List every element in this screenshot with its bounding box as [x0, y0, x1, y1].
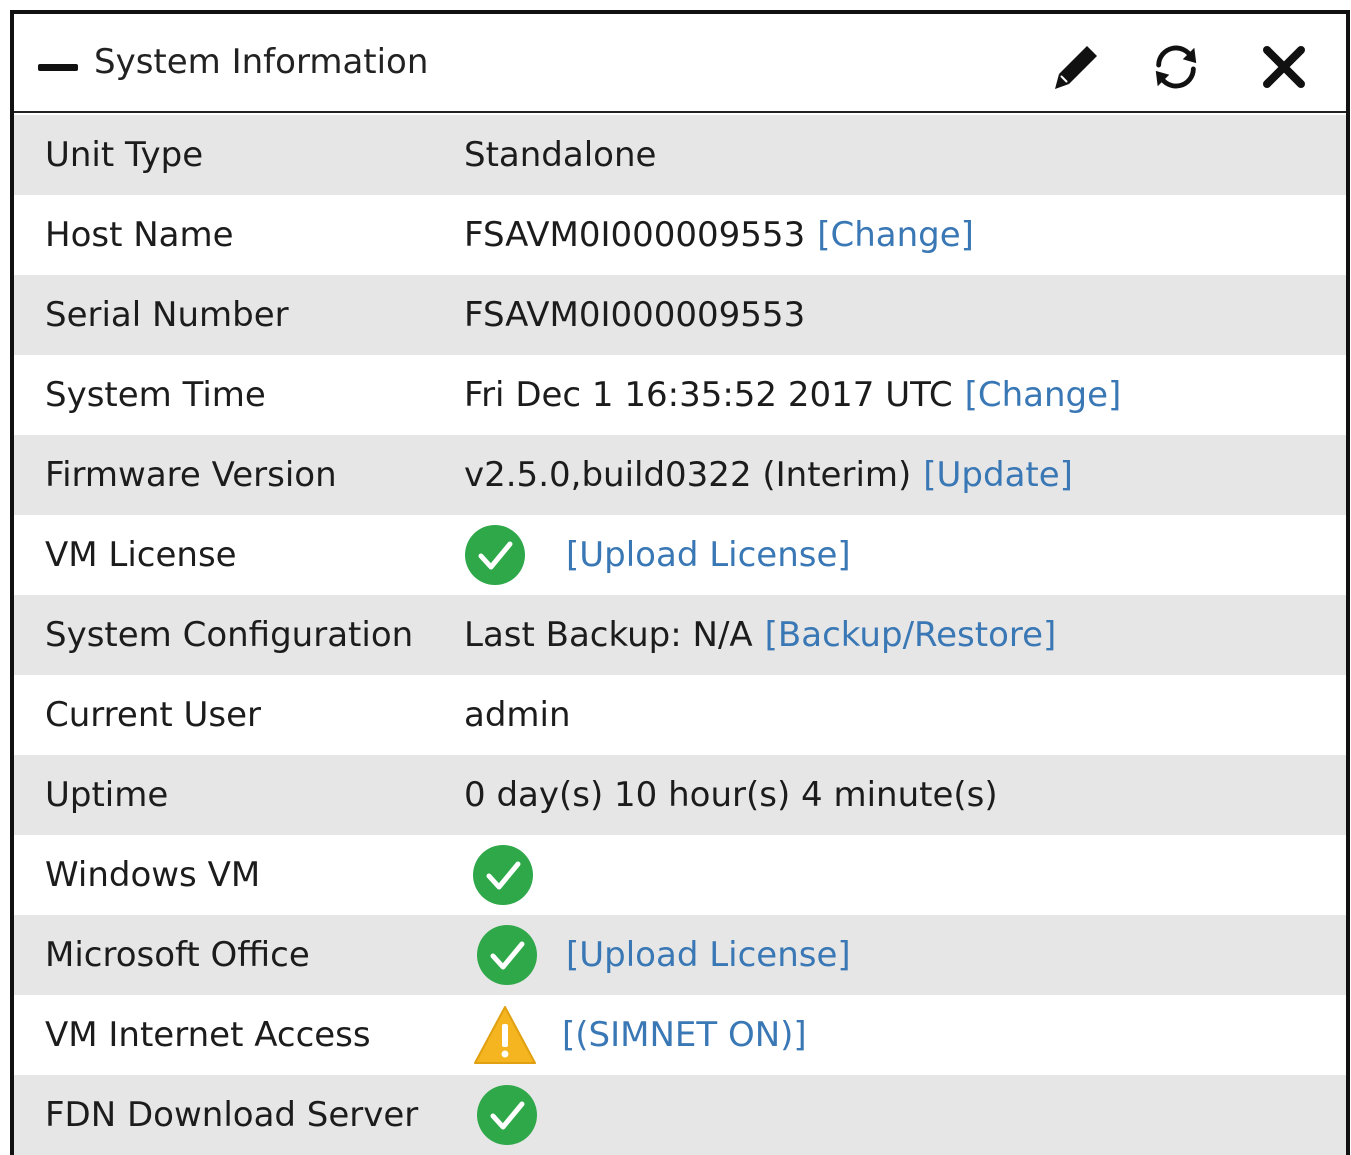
row-label: Windows VM — [45, 855, 261, 895]
row-label: VM Internet Access — [45, 1015, 371, 1055]
row-value: Last Backup: N/A [Backup/Restore] — [464, 595, 1056, 675]
row-label: Firmware Version — [45, 455, 337, 495]
refresh-button[interactable] — [1149, 40, 1203, 94]
row-vm-license: VM License [Upload License] — [14, 515, 1346, 595]
row-label: Serial Number — [45, 295, 289, 335]
update-firmware-link[interactable]: [Update] — [923, 455, 1073, 495]
row-firmware-version: Firmware Version v2.5.0,build0322 (Inter… — [14, 435, 1346, 515]
row-label: FDN Download Server — [45, 1095, 419, 1135]
check-icon — [464, 524, 526, 586]
row-value: [Upload License] — [464, 515, 851, 595]
upload-office-license-link[interactable]: [Upload License] — [566, 935, 851, 975]
row-current-user: Current User admin — [14, 675, 1346, 755]
row-value: FSAVM0I000009553 [Change] — [464, 195, 974, 275]
close-button[interactable] — [1257, 40, 1311, 94]
minus-icon[interactable] — [38, 64, 78, 71]
row-label: Host Name — [45, 215, 234, 255]
backup-restore-link[interactable]: [Backup/Restore] — [765, 615, 1057, 655]
row-label: Unit Type — [45, 135, 204, 175]
check-icon — [476, 924, 538, 986]
row-system-configuration: System Configuration Last Backup: N/A [B… — [14, 595, 1346, 675]
close-icon — [1263, 46, 1305, 88]
firmware-version-value: v2.5.0,build0322 (Interim) — [464, 455, 912, 495]
check-icon — [472, 844, 534, 906]
row-label: System Configuration — [45, 615, 414, 655]
widget-header: System Information — [14, 14, 1346, 113]
refresh-icon — [1155, 45, 1197, 89]
edit-button[interactable] — [1049, 40, 1103, 94]
row-value: admin — [464, 675, 571, 755]
row-value: [Upload License] — [476, 915, 851, 995]
row-value — [472, 835, 534, 915]
row-value — [476, 1075, 538, 1155]
current-user-value: admin — [464, 695, 571, 735]
row-label: Uptime — [45, 775, 169, 815]
row-system-time: System Time Fri Dec 1 16:35:52 2017 UTC … — [14, 355, 1346, 435]
row-windows-vm: Windows VM — [14, 835, 1346, 915]
simnet-on-link[interactable]: [(SIMNET ON)] — [562, 1015, 807, 1055]
row-value: [(SIMNET ON)] — [472, 995, 807, 1075]
row-host-name: Host Name FSAVM0I000009553 [Change] — [14, 195, 1346, 275]
upload-vm-license-link[interactable]: [Upload License] — [566, 535, 851, 575]
system-time-value: Fri Dec 1 16:35:52 2017 UTC — [464, 375, 953, 415]
uptime-value: 0 day(s) 10 hour(s) 4 minute(s) — [464, 775, 998, 815]
warning-icon — [472, 1004, 536, 1066]
pencil-icon — [1055, 46, 1097, 89]
row-label: VM License — [45, 535, 237, 575]
row-value: v2.5.0,build0322 (Interim) [Update] — [464, 435, 1073, 515]
row-label: Current User — [45, 695, 262, 735]
check-icon — [476, 1084, 538, 1146]
row-label: Microsoft Office — [45, 935, 310, 975]
widget-title: System Information — [94, 42, 429, 82]
row-fdn-download-server: FDN Download Server — [14, 1075, 1346, 1155]
info-table: Unit Type Standalone Host Name FSAVM0I00… — [14, 115, 1346, 1155]
row-value: 0 day(s) 10 hour(s) 4 minute(s) — [464, 755, 998, 835]
row-value: Standalone — [464, 115, 656, 195]
row-unit-type: Unit Type Standalone — [14, 115, 1346, 195]
row-uptime: Uptime 0 day(s) 10 hour(s) 4 minute(s) — [14, 755, 1346, 835]
row-microsoft-office: Microsoft Office [Upload License] — [14, 915, 1346, 995]
system-information-widget: System Information Unit Type Standalone … — [10, 10, 1350, 1155]
change-host-name-link[interactable]: [Change] — [817, 215, 974, 255]
host-name-value: FSAVM0I000009553 — [464, 215, 806, 255]
serial-number-value: FSAVM0I000009553 — [464, 295, 806, 335]
row-value: Fri Dec 1 16:35:52 2017 UTC [Change] — [464, 355, 1121, 435]
row-label: System Time — [45, 375, 266, 415]
change-system-time-link[interactable]: [Change] — [965, 375, 1122, 415]
row-serial-number: Serial Number FSAVM0I000009553 — [14, 275, 1346, 355]
unit-type-value: Standalone — [464, 135, 657, 175]
row-value: FSAVM0I000009553 — [464, 275, 805, 355]
row-vm-internet-access: VM Internet Access [(SIMNET ON)] — [14, 995, 1346, 1075]
last-backup-value: Last Backup: N/A — [464, 615, 753, 655]
